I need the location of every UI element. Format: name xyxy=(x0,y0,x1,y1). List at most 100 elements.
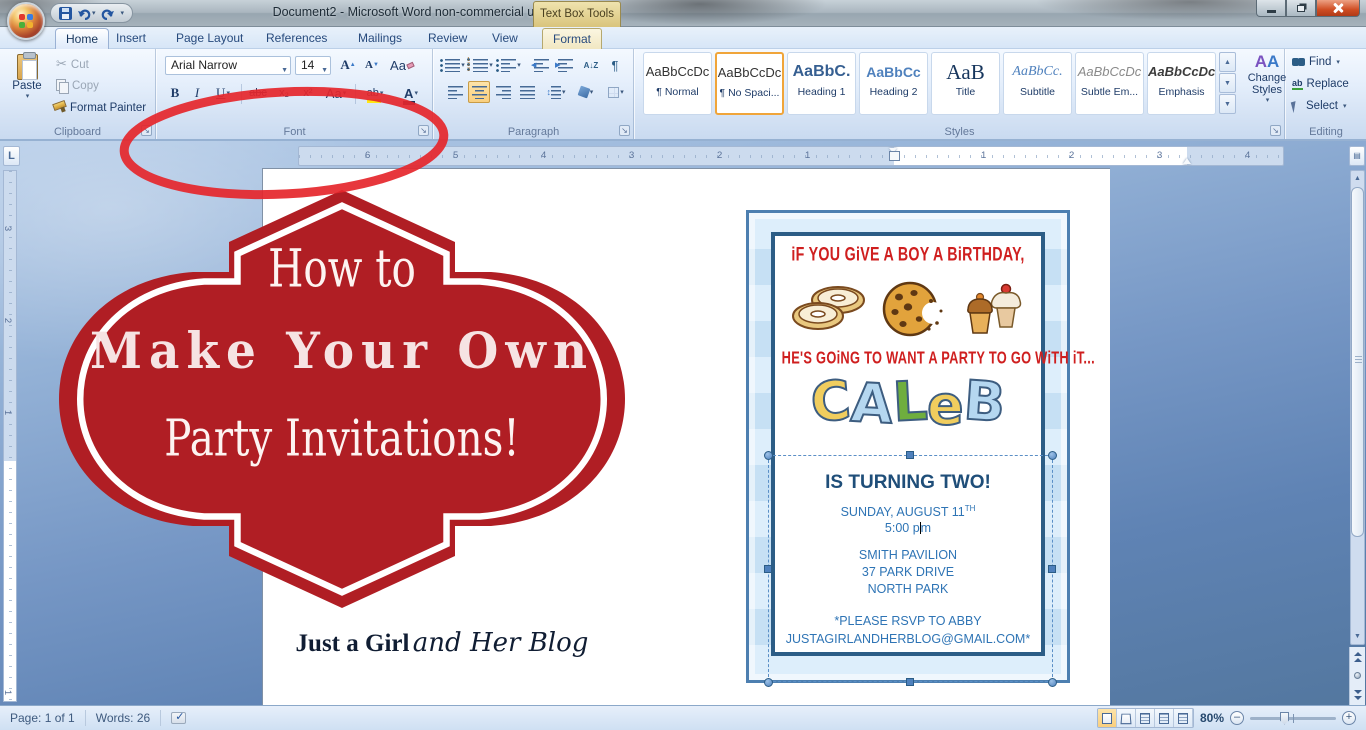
align-center-button[interactable] xyxy=(468,81,490,103)
paragraph-dialog-launcher[interactable]: ↘ xyxy=(619,125,630,136)
find-button[interactable]: Find▾ xyxy=(1292,56,1340,68)
minimize-button[interactable] xyxy=(1256,0,1286,17)
font-size-dropdown-icon[interactable]: ▼ xyxy=(321,62,328,79)
strikethrough-button[interactable]: abc xyxy=(245,82,271,104)
font-name-combobox[interactable]: Arial Narrow▼ xyxy=(165,56,291,75)
style-emphasis[interactable]: AaBbCcDc Emphasis xyxy=(1147,52,1216,115)
undo-button[interactable]: ▾ xyxy=(77,7,96,20)
text-highlight-button[interactable]: ab ▾ xyxy=(359,82,391,104)
font-color-button[interactable]: A ▾ xyxy=(395,82,427,104)
style-gallery-more-button[interactable]: ▼ xyxy=(1219,94,1236,114)
replace-button[interactable]: ab Replace xyxy=(1292,78,1349,90)
underline-button[interactable]: U▾ xyxy=(209,82,237,104)
right-indent-marker[interactable] xyxy=(1183,158,1191,164)
resize-handle-top-left[interactable] xyxy=(764,451,773,460)
change-case-dropdown-icon[interactable]: ▾ xyxy=(343,89,347,97)
superscript-button[interactable]: x² xyxy=(297,82,319,104)
tab-references[interactable]: References xyxy=(256,28,337,49)
paste-button[interactable]: Paste ▾ xyxy=(6,54,48,100)
scroll-down-button[interactable]: ▼ xyxy=(1351,629,1364,644)
justify-button[interactable] xyxy=(516,81,538,103)
underline-dropdown-icon[interactable]: ▾ xyxy=(226,89,230,97)
zoom-level[interactable]: 80% xyxy=(1200,711,1224,725)
align-left-button[interactable] xyxy=(444,81,466,103)
print-layout-view-button[interactable] xyxy=(1098,709,1117,727)
page-indicator[interactable]: Page: 1 of 1 xyxy=(0,706,85,730)
shading-button[interactable]: ▾ xyxy=(572,81,600,103)
styles-dialog-launcher[interactable]: ↘ xyxy=(1270,125,1281,136)
scrollbar-track[interactable]: ▲ ▼ xyxy=(1350,170,1365,645)
save-button[interactable] xyxy=(59,7,72,20)
copy-button[interactable]: Copy xyxy=(56,79,99,92)
qat-customize-icon[interactable]: ▾ xyxy=(121,9,125,17)
indent-marker[interactable] xyxy=(889,148,898,164)
style-title[interactable]: AaB Title xyxy=(931,52,1000,115)
style-gallery-up-button[interactable]: ▲ xyxy=(1219,52,1236,72)
cut-button[interactable]: ✂ Cut xyxy=(56,57,89,72)
bold-button[interactable]: B xyxy=(165,82,185,104)
scrollbar-thumb[interactable] xyxy=(1351,187,1364,537)
tab-selector-button[interactable]: L xyxy=(3,146,20,166)
font-size-combobox[interactable]: 14▼ xyxy=(295,56,331,75)
office-button[interactable] xyxy=(7,2,45,40)
multilevel-list-button[interactable]: ▾ xyxy=(500,54,522,76)
style-no-spacing[interactable]: AaBbCcDc ¶ No Spaci... xyxy=(715,52,784,115)
tab-review[interactable]: Review xyxy=(418,28,477,49)
style-normal[interactable]: AaBbCcDc ¶ Normal xyxy=(643,52,712,115)
next-page-button[interactable] xyxy=(1350,685,1365,704)
change-case-button[interactable]: Aa▾ xyxy=(321,82,351,104)
style-heading2[interactable]: AaBbCc Heading 2 xyxy=(859,52,928,115)
resize-handle-middle-left[interactable] xyxy=(764,565,772,573)
borders-button[interactable]: ▾ xyxy=(602,81,630,103)
tab-view[interactable]: View xyxy=(482,28,528,49)
tab-home[interactable]: Home xyxy=(55,28,109,49)
resize-handle-middle-right[interactable] xyxy=(1048,565,1056,573)
show-hide-pilcrow-button[interactable]: ¶ xyxy=(604,54,626,76)
grow-font-button[interactable]: A▲ xyxy=(337,54,359,76)
invitation-textbox[interactable]: iF YOU GiVE A BOY A BiRTHDAY, xyxy=(746,210,1070,683)
resize-handle-top-middle[interactable] xyxy=(906,451,914,459)
font-name-dropdown-icon[interactable]: ▼ xyxy=(281,62,288,79)
tab-format[interactable]: Format xyxy=(542,28,602,49)
style-subtle-emphasis[interactable]: AaBbCcDc Subtle Em... xyxy=(1075,52,1144,115)
font-color-dropdown-icon[interactable]: ▾ xyxy=(414,89,418,97)
redo-button[interactable] xyxy=(101,7,115,20)
bullets-button[interactable]: ▾ xyxy=(444,54,466,76)
increase-indent-button[interactable]: ▶ xyxy=(554,54,576,76)
zoom-slider-thumb[interactable] xyxy=(1280,712,1289,725)
select-button[interactable]: Select▾ xyxy=(1292,100,1346,112)
resize-handle-bottom-left[interactable] xyxy=(764,678,773,687)
draft-view-button[interactable] xyxy=(1174,709,1193,727)
subscript-button[interactable]: x₂ xyxy=(273,82,295,104)
scroll-up-button[interactable]: ▲ xyxy=(1351,171,1364,186)
fullscreen-reading-view-button[interactable] xyxy=(1117,709,1136,727)
resize-handle-top-right[interactable] xyxy=(1048,451,1057,460)
zoom-slider[interactable] xyxy=(1250,717,1336,720)
align-right-button[interactable] xyxy=(492,81,514,103)
decrease-indent-button[interactable]: ◀ xyxy=(530,54,552,76)
tab-page-layout[interactable]: Page Layout xyxy=(166,28,253,49)
resize-handle-bottom-right[interactable] xyxy=(1048,678,1057,687)
tab-insert[interactable]: Insert xyxy=(106,28,156,49)
shrink-font-button[interactable]: A▼ xyxy=(361,54,383,76)
italic-button[interactable]: I xyxy=(187,82,207,104)
zoom-out-button[interactable]: – xyxy=(1230,711,1244,725)
line-spacing-button[interactable]: ↕▾ xyxy=(542,81,570,103)
view-ruler-toggle-button[interactable]: ▤ xyxy=(1349,146,1365,166)
font-dialog-launcher[interactable]: ↘ xyxy=(418,125,429,136)
undo-dropdown-icon[interactable]: ▾ xyxy=(92,9,96,17)
highlight-dropdown-icon[interactable]: ▾ xyxy=(380,89,384,97)
select-browse-object-button[interactable] xyxy=(1350,666,1365,685)
numbering-button[interactable]: ▾ xyxy=(472,54,494,76)
zoom-in-button[interactable]: + xyxy=(1342,711,1356,725)
clear-formatting-button[interactable]: Aa xyxy=(389,54,415,76)
horizontal-ruler[interactable]: 6 5 4 3 2 1 1 2 3 4 xyxy=(298,146,1284,166)
resize-handle-bottom-middle[interactable] xyxy=(906,678,914,686)
previous-page-button[interactable] xyxy=(1350,647,1365,666)
restore-button[interactable] xyxy=(1286,0,1316,17)
word-count[interactable]: Words: 26 xyxy=(86,706,160,730)
close-button[interactable] xyxy=(1316,0,1360,17)
paste-dropdown-icon[interactable]: ▾ xyxy=(26,92,30,100)
style-gallery-down-button[interactable]: ▼ xyxy=(1219,73,1236,93)
sort-button[interactable]: A↓Z xyxy=(580,54,602,76)
